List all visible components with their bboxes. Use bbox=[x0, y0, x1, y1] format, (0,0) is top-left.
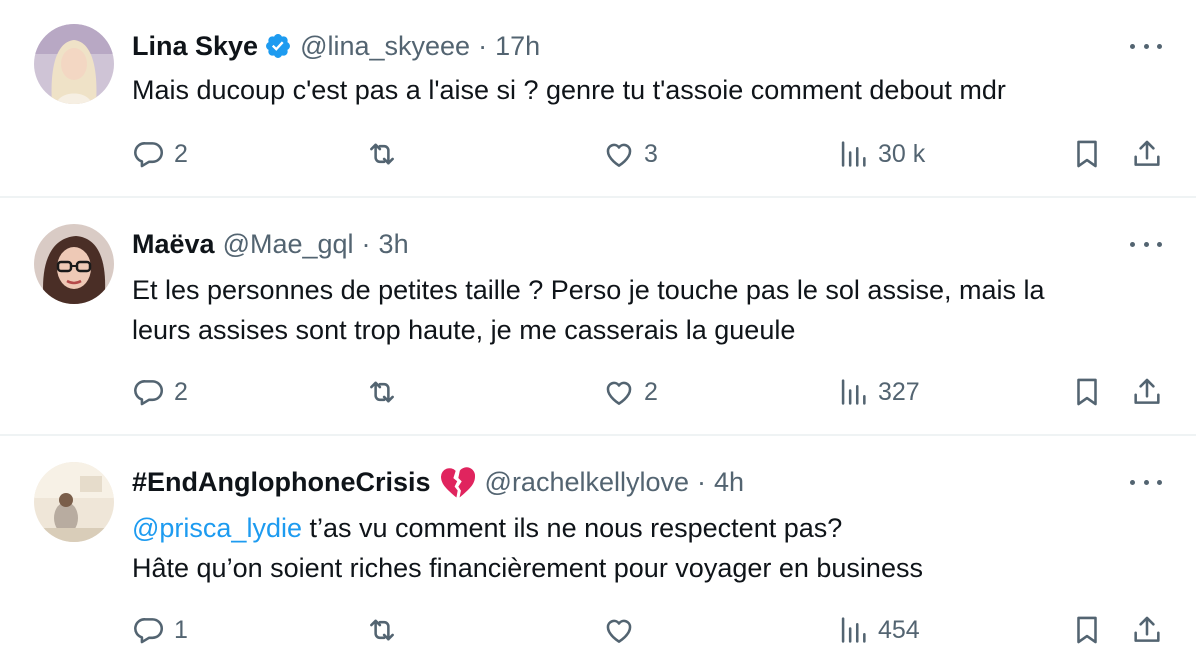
reply-button[interactable]: 2 bbox=[132, 372, 188, 412]
views-icon bbox=[836, 375, 870, 409]
reply-count: 2 bbox=[174, 139, 188, 168]
like-count: 2 bbox=[644, 377, 658, 406]
tweet-3[interactable]: #EndAnglophoneCrisis @rachelkellylove · … bbox=[0, 436, 1196, 668]
broken-heart-icon bbox=[439, 465, 477, 499]
mention-link[interactable]: @prisca_lydie bbox=[132, 513, 302, 543]
more-icon[interactable] bbox=[1130, 472, 1162, 492]
author-handle[interactable]: @lina_skyeee bbox=[300, 31, 470, 62]
tweet-header: #EndAnglophoneCrisis @rachelkellylove · … bbox=[132, 464, 744, 500]
bookmark-icon bbox=[1070, 613, 1104, 647]
tweet-actions: 2 2 327 bbox=[132, 372, 1164, 412]
tweet-text: Et les personnes de petites taille ? Per… bbox=[132, 270, 1172, 350]
tweet-1[interactable]: Lina Skye @lina_skyeee · 17h Mais ducoup… bbox=[0, 0, 1196, 196]
author-name[interactable]: Maëva bbox=[132, 229, 215, 260]
tweet-header: Maëva @Mae_gql · 3h bbox=[132, 226, 409, 262]
timestamp[interactable]: 3h bbox=[379, 229, 409, 260]
author-handle[interactable]: @rachelkellylove bbox=[485, 467, 690, 498]
tweet-text-line: leurs assises sont trop haute, je me cas… bbox=[132, 315, 796, 345]
reply-icon bbox=[132, 613, 166, 647]
tweet-actions: 1 454 bbox=[132, 610, 1164, 650]
timestamp[interactable]: 4h bbox=[714, 467, 744, 498]
like-icon bbox=[602, 137, 636, 171]
share-icon bbox=[1130, 375, 1164, 409]
separator: · bbox=[478, 30, 488, 61]
like-button[interactable]: 3 bbox=[602, 134, 658, 174]
views-count: 454 bbox=[878, 615, 920, 644]
like-button[interactable]: 2 bbox=[602, 372, 658, 412]
like-button[interactable] bbox=[602, 610, 644, 650]
avatar[interactable] bbox=[34, 24, 114, 104]
tweet-text-line: Hâte qu’on soient riches financièrement … bbox=[132, 553, 923, 583]
views-icon bbox=[836, 613, 870, 647]
views-icon bbox=[836, 137, 870, 171]
tweet-text-line: @prisca_lydie t’as vu comment ils ne nou… bbox=[132, 508, 1172, 548]
bookmark-icon bbox=[1070, 137, 1104, 171]
bookmark-button[interactable] bbox=[1070, 372, 1104, 412]
more-icon[interactable] bbox=[1130, 36, 1162, 56]
repost-icon bbox=[364, 613, 400, 647]
avatar[interactable] bbox=[34, 224, 114, 304]
repost-button[interactable] bbox=[364, 372, 408, 412]
share-icon bbox=[1130, 613, 1164, 647]
like-count: 3 bbox=[644, 139, 658, 168]
verified-badge-icon bbox=[264, 32, 292, 60]
share-icon bbox=[1130, 137, 1164, 171]
views-button[interactable]: 327 bbox=[836, 372, 920, 412]
more-icon[interactable] bbox=[1130, 234, 1162, 254]
reply-count: 2 bbox=[174, 377, 188, 406]
views-count: 327 bbox=[878, 377, 920, 406]
views-button[interactable]: 30 k bbox=[836, 134, 925, 174]
like-icon bbox=[602, 375, 636, 409]
views-button[interactable]: 454 bbox=[836, 610, 920, 650]
repost-button[interactable] bbox=[364, 134, 408, 174]
tweet-2[interactable]: Maëva @Mae_gql · 3h Et les personnes de … bbox=[0, 198, 1196, 434]
tweet-text: Mais ducoup c'est pas a l'aise si ? genr… bbox=[132, 70, 1172, 110]
bookmark-button[interactable] bbox=[1070, 134, 1104, 174]
tweet-text-line: Et les personnes de petites taille ? Per… bbox=[132, 275, 1045, 305]
repost-button[interactable] bbox=[364, 610, 408, 650]
separator: · bbox=[697, 466, 707, 497]
reply-icon bbox=[132, 137, 166, 171]
timestamp[interactable]: 17h bbox=[495, 31, 540, 62]
separator: · bbox=[361, 228, 371, 259]
author-name[interactable]: Lina Skye bbox=[132, 31, 258, 62]
tweet-actions: 2 3 30 k bbox=[132, 134, 1164, 174]
author-name[interactable]: #EndAnglophoneCrisis bbox=[132, 467, 431, 498]
share-button[interactable] bbox=[1130, 134, 1164, 174]
tweet-feed: Lina Skye @lina_skyeee · 17h Mais ducoup… bbox=[0, 0, 1196, 668]
reply-icon bbox=[132, 375, 166, 409]
views-count: 30 k bbox=[878, 139, 926, 168]
author-handle[interactable]: @Mae_gql bbox=[223, 229, 354, 260]
reply-button[interactable]: 2 bbox=[132, 134, 188, 174]
repost-icon bbox=[364, 375, 400, 409]
tweet-text-line: Mais ducoup c'est pas a l'aise si ? genr… bbox=[132, 75, 1006, 105]
tweet-header: Lina Skye @lina_skyeee · 17h bbox=[132, 28, 540, 64]
share-button[interactable] bbox=[1130, 372, 1164, 412]
like-icon bbox=[602, 613, 636, 647]
tweet-text-segment: t’as vu comment ils ne nous respectent p… bbox=[301, 513, 843, 543]
reply-count: 1 bbox=[174, 615, 188, 644]
repost-icon bbox=[364, 137, 400, 171]
tweet-text: @prisca_lydie t’as vu comment ils ne nou… bbox=[132, 508, 1172, 588]
share-button[interactable] bbox=[1130, 610, 1164, 650]
avatar[interactable] bbox=[34, 462, 114, 542]
bookmark-button[interactable] bbox=[1070, 610, 1104, 650]
bookmark-icon bbox=[1070, 375, 1104, 409]
reply-button[interactable]: 1 bbox=[132, 610, 188, 650]
